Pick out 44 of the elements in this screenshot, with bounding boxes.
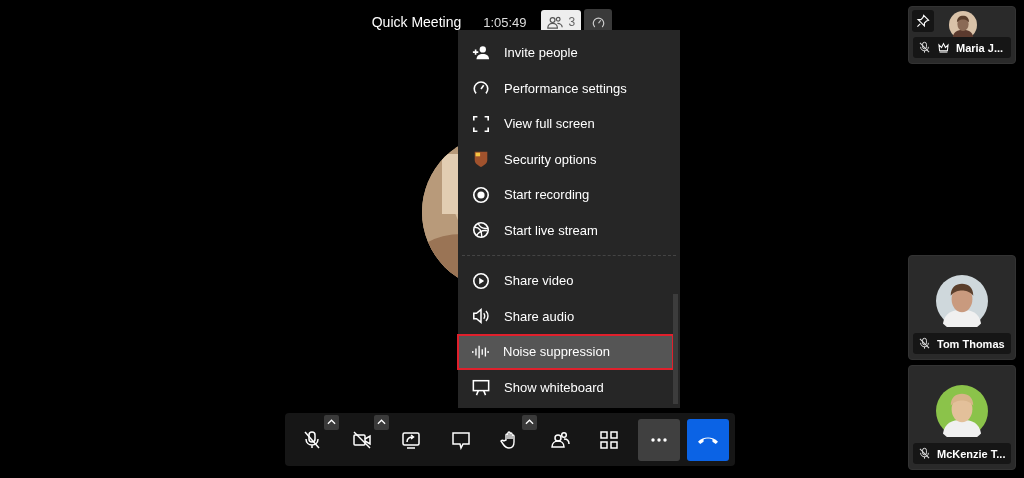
- play-icon: [472, 271, 490, 290]
- speaker-icon: [472, 307, 490, 326]
- board-icon: [472, 378, 490, 397]
- participant-tile[interactable]: Tom Thomas: [908, 255, 1016, 360]
- participant-name: Tom Thomas: [937, 337, 1005, 350]
- caret-icon: [376, 419, 386, 425]
- menu-item[interactable]: Start recording: [458, 177, 674, 213]
- meeting-duration: 1:05:49: [483, 14, 527, 30]
- gauge-icon: [590, 14, 606, 30]
- hangup-icon: [698, 435, 718, 444]
- participant-tile[interactable]: McKenzie T...: [908, 365, 1016, 470]
- globe-icon: [472, 221, 490, 240]
- pin-button[interactable]: [912, 10, 934, 32]
- caret-button[interactable]: [522, 414, 537, 430]
- menu-item[interactable]: Security options: [458, 141, 674, 177]
- shield-icon: [472, 150, 490, 169]
- participant-name: Maria J...: [956, 41, 1004, 54]
- record-icon: [472, 185, 490, 204]
- participant-name: McKenzie T...: [937, 447, 1006, 460]
- participant-tile[interactable]: Maria J...: [908, 6, 1016, 64]
- full-icon: [472, 114, 490, 133]
- caret-button[interactable]: [324, 414, 339, 430]
- menu-item[interactable]: Show whiteboard: [458, 369, 674, 405]
- chat-icon: [450, 429, 471, 450]
- invite-icon: [472, 43, 490, 62]
- caret-button[interactable]: [373, 414, 389, 430]
- menu-item[interactable]: Invite people: [458, 35, 674, 71]
- caret-icon: [327, 419, 336, 425]
- menu-item[interactable]: Share audio: [458, 298, 674, 334]
- share-icon: [401, 429, 421, 450]
- people-icon: [546, 15, 563, 29]
- hangup-button[interactable]: [687, 418, 729, 461]
- meeting-title: Quick Meeting: [371, 14, 462, 30]
- people-icon: [549, 429, 570, 450]
- menu-item[interactable]: Performance settings: [458, 70, 674, 106]
- grid-icon: [599, 429, 619, 450]
- menu-item[interactable]: Noise suppression: [457, 334, 674, 370]
- caret-icon: [525, 419, 534, 425]
- scrollbar[interactable]: [673, 294, 678, 404]
- pin-icon: [916, 14, 930, 28]
- more-icon: [650, 437, 667, 442]
- menu-item[interactable]: Share video: [458, 263, 674, 299]
- menu-item[interactable]: Start live stream: [458, 212, 674, 248]
- menu-item[interactable]: View full screen: [458, 106, 674, 142]
